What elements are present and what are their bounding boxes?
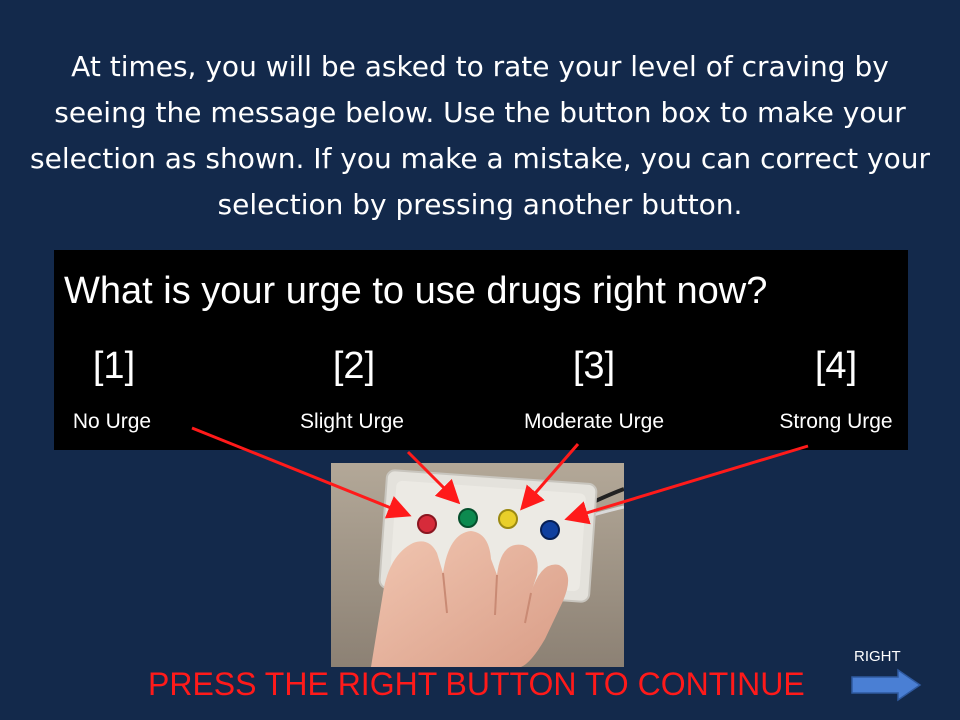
green-button-icon [458,508,478,528]
option-2-number: [2] [332,345,376,387]
right-arrow-icon [851,668,922,702]
right-nav-label: RIGHT [854,648,901,665]
option-2-label: Slight Urge [300,410,404,433]
option-3-number: [3] [572,345,616,387]
option-4-label: Strong Urge [779,410,893,433]
option-1-label: No Urge [72,410,152,433]
continue-instruction: PRESS THE RIGHT BUTTON TO CONTINUE [148,666,805,702]
red-button-icon [417,514,437,534]
option-1-number: [1] [92,345,136,387]
blue-button-icon [540,520,560,540]
button-box-illustration [331,463,624,667]
right-nav-button[interactable]: RIGHT [846,646,926,706]
option-4-number: [4] [814,345,858,387]
craving-prompt-panel: What is your urge to use drugs right now… [54,250,908,450]
instructions-text: At times, you will be asked to rate your… [30,50,930,221]
button-box-photo [331,463,624,667]
yellow-button-icon [498,509,518,529]
option-3-label: Moderate Urge [523,410,665,433]
prompt-question: What is your urge to use drugs right now… [64,270,768,312]
